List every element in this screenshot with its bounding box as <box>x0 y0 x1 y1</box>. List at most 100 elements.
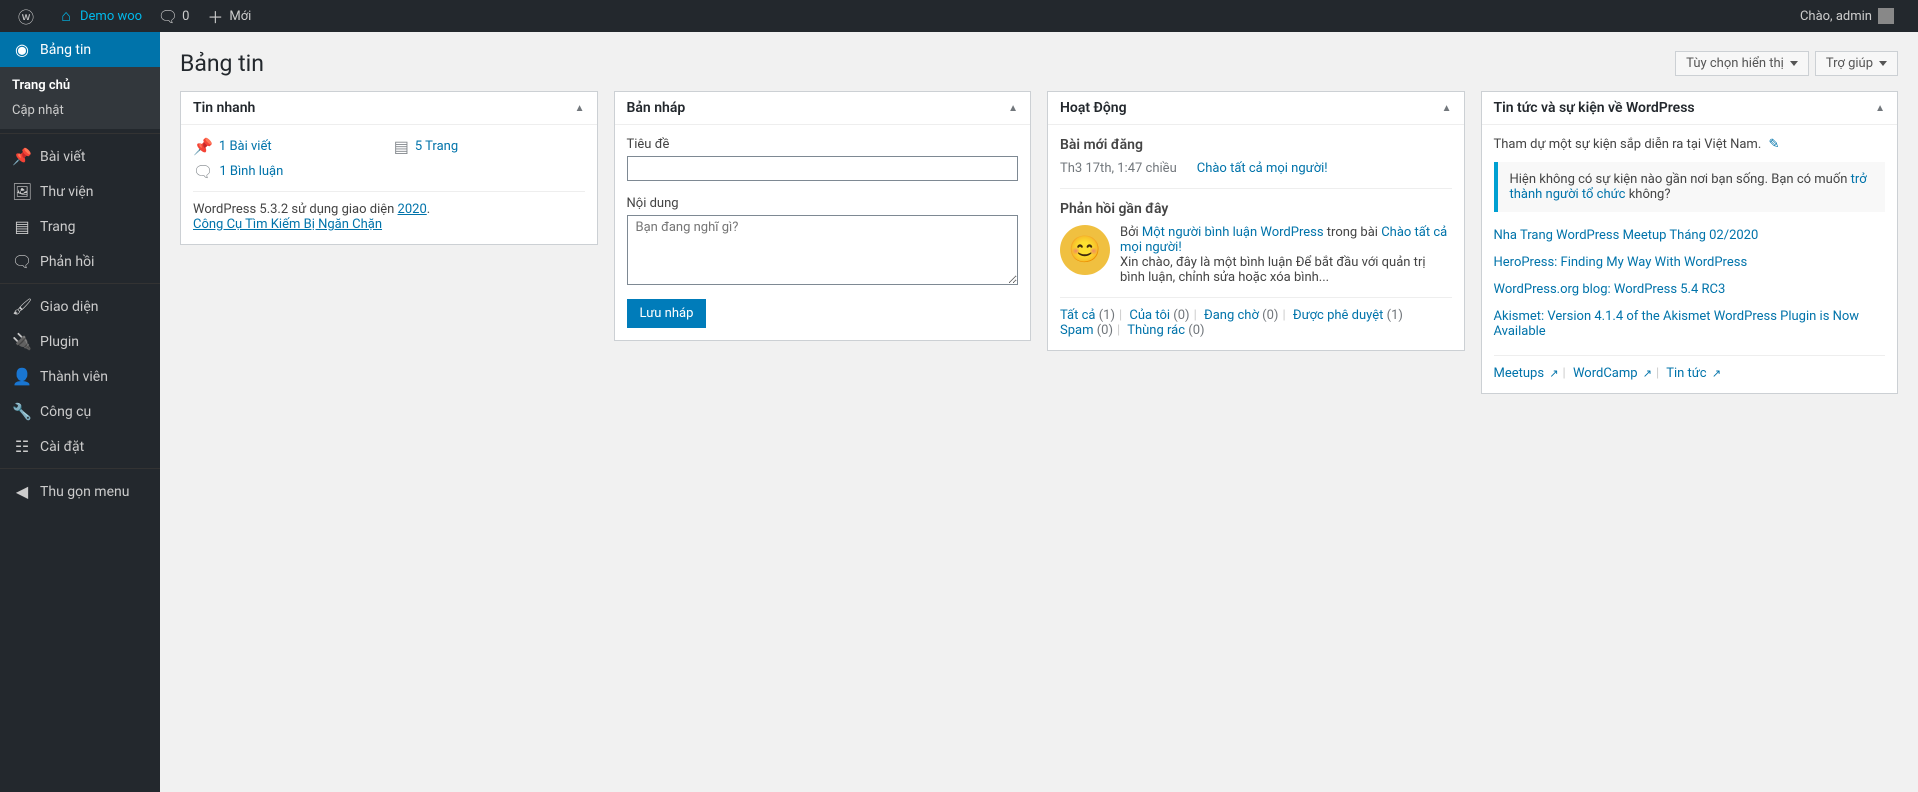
menu-plugins[interactable]: 🔌Plugin <box>0 324 160 359</box>
news-item-link[interactable]: Akismet: Version 4.1.4 of the Akismet Wo… <box>1494 309 1860 339</box>
menu-tools[interactable]: 🔧 Công cụ <box>0 394 160 429</box>
meetups-link[interactable]: Meetups <box>1494 366 1545 381</box>
filter-count: (1) <box>1099 308 1115 323</box>
page-icon: ▤ <box>12 217 32 236</box>
filter-trash[interactable]: Thùng rác <box>1127 323 1185 338</box>
filter-spam[interactable]: Spam <box>1060 323 1094 338</box>
search-engines-blocked-link[interactable]: Công Cụ Tìm Kiếm Bị Ngăn Chặn <box>193 217 382 232</box>
menu-label: Thu gọn menu <box>40 484 129 500</box>
menu-label: Thư viện <box>40 184 94 200</box>
content-field-label: Nội dung <box>627 196 1019 211</box>
news-item-link[interactable]: WordPress.org blog: WordPress 5.4 RC3 <box>1494 282 1726 297</box>
comment-icon: 🗨 <box>12 252 32 271</box>
widget-title: Tin nhanh <box>193 100 255 116</box>
wordpress-icon: ⓦ <box>16 6 36 26</box>
no-events-notice: Hiện không có sự kiện nào gần nơi bạn số… <box>1494 162 1886 212</box>
menu-collapse[interactable]: ◀Thu gọn menu <box>0 474 160 509</box>
filter-mine[interactable]: Của tôi <box>1129 308 1170 323</box>
user-avatar <box>1878 8 1894 24</box>
menu-posts[interactable]: 📌Bài viết <box>0 139 160 174</box>
pages-icon: ▤ <box>394 137 409 156</box>
menu-label: Plugin <box>40 334 79 350</box>
menu-label: Giao diện <box>40 299 98 315</box>
dashboard-icon: ◉ <box>12 40 32 59</box>
filter-pending[interactable]: Đang chờ <box>1204 308 1259 323</box>
attend-text: Tham dự một sự kiện sắp diễn ra tại Việt… <box>1494 137 1762 152</box>
posts-count-link[interactable]: 1 Bài viết <box>219 139 272 154</box>
comments-count: 0 <box>182 9 189 24</box>
site-name-link[interactable]: ⌂Demo woo <box>48 0 150 32</box>
edit-location-icon[interactable]: ✎ <box>1769 137 1780 152</box>
wp-version-text: WordPress 5.3.2 sử dụng giao diện <box>193 202 398 217</box>
news-link[interactable]: Tin tức <box>1666 366 1706 381</box>
filter-count: (1) <box>1387 308 1403 323</box>
notice-text: Hiện không có sự kiện nào gần nơi bạn số… <box>1510 172 1851 187</box>
comment-icon: 🗨 <box>193 162 213 181</box>
brush-icon: 🖌 <box>12 297 32 316</box>
draft-title-input[interactable] <box>627 156 1019 181</box>
widget-toggle[interactable]: ▲ <box>1875 103 1885 114</box>
screen-options-button[interactable]: Tùy chọn hiển thị <box>1675 51 1809 76</box>
wordcamp-link[interactable]: WordCamp <box>1573 366 1638 381</box>
comment-author-link[interactable]: Một người bình luận WordPress <box>1142 225 1324 240</box>
filter-all[interactable]: Tất cả <box>1060 308 1095 323</box>
new-content-link[interactable]: ＋Mới <box>197 0 259 32</box>
settings-icon: ☷ <box>12 437 32 456</box>
new-label: Mới <box>229 9 251 24</box>
menu-dashboard[interactable]: ◉ Bảng tin <box>0 32 160 67</box>
menu-settings[interactable]: ☷Cài đặt <box>0 429 160 464</box>
chevron-down-icon <box>1790 61 1798 66</box>
widget-title: Hoạt Động <box>1060 100 1127 116</box>
menu-label: Phản hồi <box>40 254 94 270</box>
draft-content-textarea[interactable] <box>627 215 1019 285</box>
media-icon: 🖼 <box>12 182 32 201</box>
recent-post-link[interactable]: Chào tất cả mọi người! <box>1197 161 1328 176</box>
button-label: Tùy chọn hiển thị <box>1686 56 1784 71</box>
news-footer-links: Meetups ↗| WordCamp ↗| Tin tức ↗ <box>1494 355 1886 381</box>
comments-count-link[interactable]: 1 Bình luận <box>219 164 283 179</box>
widget-toggle[interactable]: ▲ <box>1008 103 1018 114</box>
menu-label: Thành viên <box>40 369 108 385</box>
theme-link[interactable]: 2020 <box>398 202 427 217</box>
menu-pages[interactable]: ▤Trang <box>0 209 160 244</box>
news-item-link[interactable]: Nha Trang WordPress Meetup Tháng 02/2020 <box>1494 228 1759 243</box>
submenu-updates[interactable]: Cập nhật <box>0 98 160 123</box>
comment-body: Xin chào, đây là một bình luận Để bắt đầ… <box>1120 255 1426 285</box>
widget-title: Bản nháp <box>627 100 686 116</box>
menu-appearance[interactable]: 🖌 Giao diện <box>0 289 160 324</box>
news-list: Nha Trang WordPress Meetup Tháng 02/2020… <box>1494 222 1886 345</box>
admin-sidebar: ◉ Bảng tin Trang chủ Cập nhật 📌Bài viết 🖼… <box>0 32 160 792</box>
wrench-icon: 🔧 <box>12 402 32 421</box>
recent-comments-heading: Phản hồi gần đây <box>1060 201 1452 217</box>
widget-toggle[interactable]: ▲ <box>1442 103 1452 114</box>
filter-count: (0) <box>1097 323 1113 338</box>
menu-media[interactable]: 🖼 Thư viện <box>0 174 160 209</box>
main-content: Bảng tin Tùy chọn hiển thị Trợ giúp Tin … <box>160 32 1918 792</box>
widget-toggle[interactable]: ▲ <box>575 103 585 114</box>
news-item-link[interactable]: HeroPress: Finding My Way With WordPress <box>1494 255 1748 270</box>
wp-logo[interactable]: ⓦ <box>8 0 48 32</box>
help-button[interactable]: Trợ giúp <box>1815 51 1898 76</box>
page-header: Bảng tin Tùy chọn hiển thị Trợ giúp <box>180 50 1898 77</box>
filter-approved[interactable]: Được phê duyệt <box>1293 308 1384 323</box>
chevron-down-icon <box>1879 61 1887 66</box>
commenter-avatar: 😊 <box>1060 225 1110 275</box>
admin-topbar: ⓦ ⌂Demo woo 🗨0 ＋Mới Chào, admin <box>0 0 1918 32</box>
pin-icon: 📌 <box>193 137 213 156</box>
menu-label: Bảng tin <box>40 42 91 58</box>
submenu-home[interactable]: Trang chủ <box>0 73 160 98</box>
page-title: Bảng tin <box>180 50 264 77</box>
menu-label: Công cụ <box>40 404 91 420</box>
comment-icon: 🗨 <box>158 6 178 26</box>
save-draft-button[interactable]: Lưu nháp <box>627 299 707 328</box>
menu-comments[interactable]: 🗨 Phản hồi <box>0 244 160 279</box>
menu-label: Bài viết <box>40 149 85 165</box>
user-icon: 👤 <box>12 367 32 386</box>
comments-link[interactable]: 🗨0 <box>150 0 197 32</box>
external-icon: ↗ <box>1712 367 1721 380</box>
menu-users[interactable]: 👤 Thành viên <box>0 359 160 394</box>
user-greeting[interactable]: Chào, admin <box>1792 0 1902 32</box>
title-field-label: Tiêu đề <box>627 137 1019 152</box>
pages-count-link[interactable]: 5 Trang <box>415 139 458 154</box>
widget-quick-glance: Tin nhanh ▲ 📌 1 Bài viết ▤ 5 Trang 🗨 1 Bình … <box>180 91 598 245</box>
